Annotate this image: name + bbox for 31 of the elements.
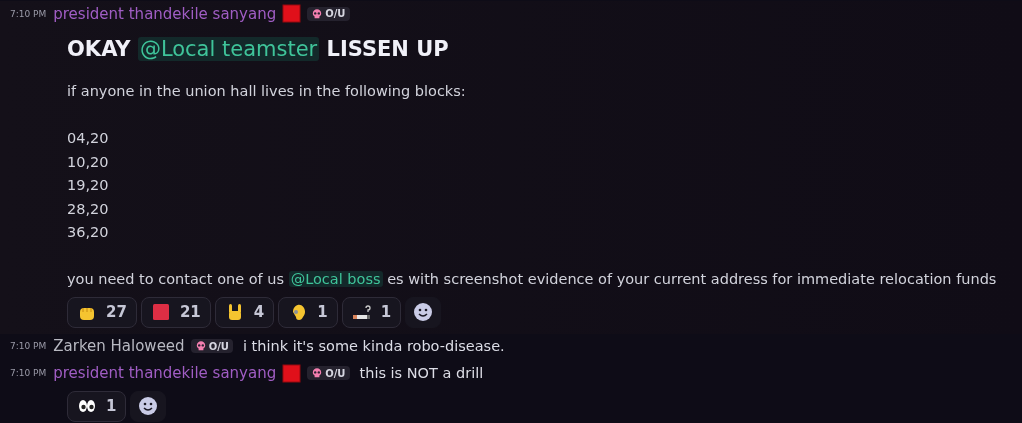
heading-text: OKAY (67, 37, 132, 61)
message-text: 19,20 (67, 177, 109, 193)
tag-label: O/U (325, 8, 346, 19)
username[interactable]: president thandekile sanyang (53, 364, 277, 382)
reaction-button[interactable]: 1 (341, 296, 402, 328)
heading-text: LISSEN UP (325, 37, 449, 61)
timestamp: 7:10 PM (10, 368, 47, 378)
reaction-button[interactable]: 21 (140, 296, 211, 328)
reaction-button[interactable]: 4 (214, 296, 275, 328)
tag-label: O/U (208, 340, 229, 352)
add-reaction-button[interactable] (130, 390, 167, 422)
reaction-button[interactable]: 1 (67, 390, 127, 422)
timestamp: 7:10 PM (10, 341, 47, 351)
message-text: 10,20 (67, 153, 109, 170)
message-text: 04,20 (67, 130, 109, 146)
message-text: es with screenshot evidence of your current address for immediate relocation funds (386, 271, 997, 287)
reaction-button[interactable]: 27 (67, 296, 137, 328)
tag-label: O/U (325, 367, 346, 379)
username[interactable]: president thandekile sanyang (53, 4, 277, 23)
mention-link[interactable]: @Local boss (288, 271, 383, 287)
message-text: this is NOT a drill (359, 365, 484, 381)
username[interactable]: Zarken Haloweed (53, 337, 185, 355)
message-text: i think it's some kinda robo-disease. (242, 338, 505, 354)
message-text: 28,20 (67, 200, 109, 217)
timestamp: 7:10 PM (10, 8, 47, 19)
reaction-button[interactable]: 1 (278, 296, 338, 328)
add-reaction-button[interactable] (405, 296, 442, 328)
message-text: if anyone in the union hall lives in the following blocks: (67, 83, 466, 99)
mention-link[interactable]: @Local teamster (137, 37, 320, 61)
message-text: 36,20 (67, 224, 109, 240)
message-text: you need to contact one of us (67, 271, 286, 287)
